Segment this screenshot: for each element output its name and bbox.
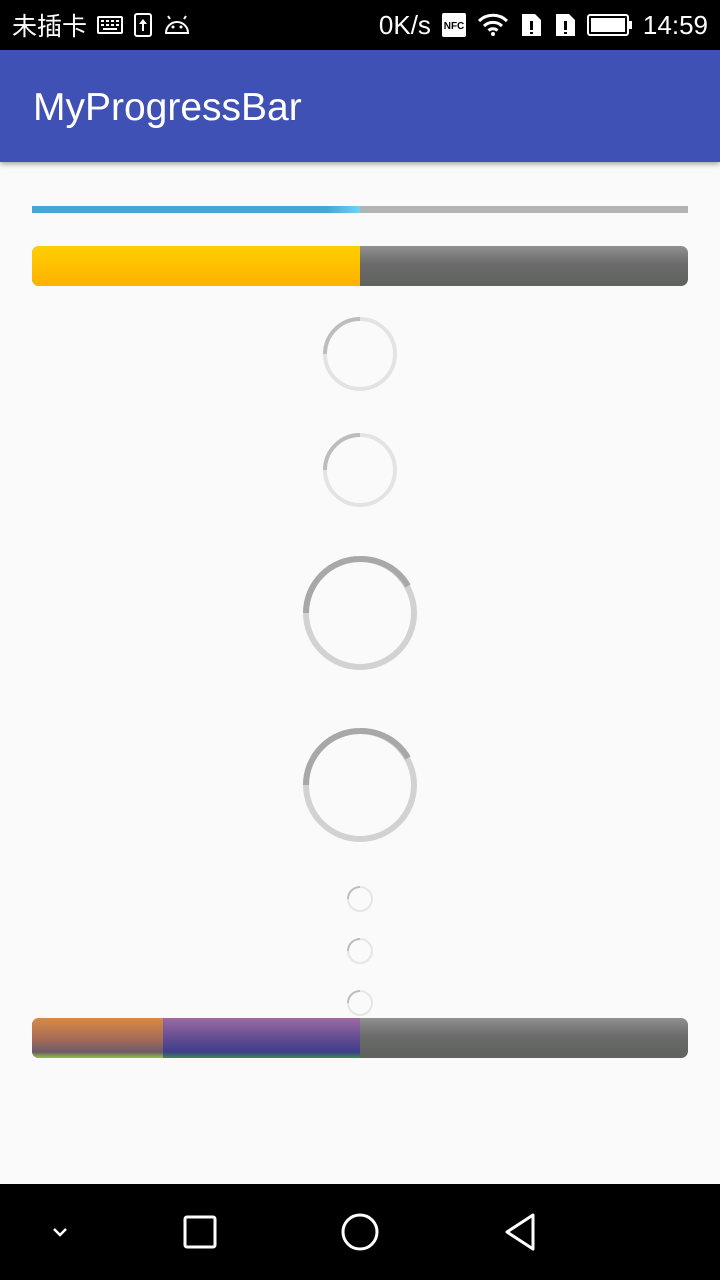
spinner-large-1 <box>303 555 417 670</box>
status-left: 未插卡 <box>12 0 191 50</box>
progress-fill <box>32 206 360 213</box>
primary-progress-fill <box>32 1018 164 1058</box>
battery-icon <box>586 13 633 37</box>
custom-yellow-progress-bar <box>32 246 688 286</box>
collapse-icon[interactable] <box>20 1184 100 1280</box>
spinner-tiny-1 <box>347 886 373 912</box>
home-icon[interactable] <box>320 1184 400 1280</box>
sim-alert-icon <box>519 12 543 38</box>
keyboard-icon <box>97 15 124 35</box>
app-title: MyProgressBar <box>33 86 302 129</box>
layered-progress-bar <box>32 1018 688 1058</box>
horizontal-progress-bar <box>32 206 688 213</box>
spinner-small-1 <box>323 317 397 391</box>
svg-text:NFC: NFC <box>444 21 465 32</box>
nfc-icon: NFC <box>441 12 467 38</box>
spinner-tiny-2 <box>347 938 373 964</box>
app-bar: MyProgressBar <box>0 50 720 162</box>
carrier-label: 未插卡 <box>12 12 88 41</box>
progress-fill <box>32 246 360 286</box>
upload-icon <box>133 12 153 38</box>
spinner-tiny-3 <box>347 990 373 1016</box>
screen: 未插卡 0K/s NFC 14:59 MyProgressBar <box>0 0 720 1280</box>
recents-icon[interactable] <box>160 1184 240 1280</box>
navigation-bar <box>0 1184 720 1280</box>
spinner-large-2 <box>303 727 417 842</box>
back-icon[interactable] <box>480 1184 560 1280</box>
clock: 14:59 <box>642 9 708 40</box>
wifi-icon <box>477 13 509 37</box>
network-speed: 0K/s <box>378 9 431 40</box>
sim-alert-icon <box>553 12 577 38</box>
android-icon <box>163 14 191 36</box>
status-bar: 未插卡 0K/s NFC 14:59 <box>0 0 720 50</box>
spinner-small-2 <box>323 433 397 507</box>
status-right: 0K/s NFC 14:59 <box>379 0 708 50</box>
